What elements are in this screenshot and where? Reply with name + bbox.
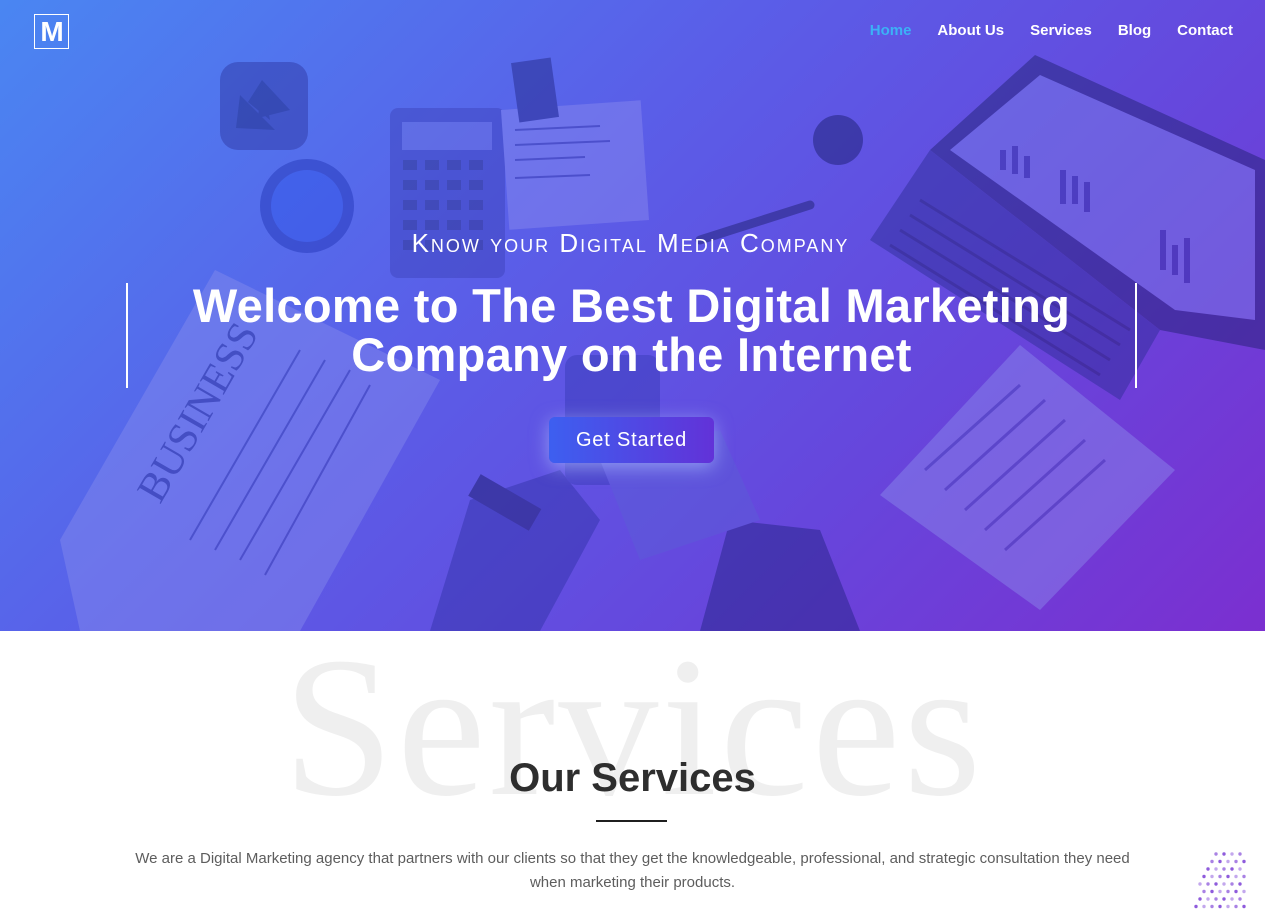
nav-link-blog[interactable]: Blog: [1118, 21, 1151, 41]
get-started-button[interactable]: Get Started: [549, 417, 714, 463]
logo-letter: M: [40, 15, 63, 47]
apple-image: [813, 115, 863, 165]
nav-link-home[interactable]: Home: [870, 21, 912, 41]
nav-link-contact[interactable]: Contact: [1177, 21, 1233, 41]
hero-eyebrow: Know your Digital Media Company: [411, 228, 850, 258]
decorative-dots-icon: [1194, 852, 1246, 909]
services-title: Our Services: [509, 756, 756, 800]
nav-link-about-us[interactable]: About Us: [937, 21, 1004, 41]
hero-headline-frame: Welcome to The Best Digital Marketing Co…: [126, 281, 1137, 388]
site-logo[interactable]: M: [34, 14, 69, 49]
notes-paper-image: [500, 57, 650, 230]
nav-link-services[interactable]: Services: [1030, 21, 1092, 41]
services-description: We are a Digital Marketing agency that p…: [135, 850, 1130, 891]
hero-section: BUSINESS M Home About Us Services Blog C…: [0, 0, 1265, 631]
title-divider: [596, 820, 667, 822]
main-navigation: Home About Us Services Blog Contact: [870, 21, 1233, 41]
hero-headline-line-1: Welcome to The Best Digital Marketing: [192, 279, 1071, 332]
plant-image: [220, 62, 308, 150]
hero-headline: Welcome to The Best Digital Marketing Co…: [128, 281, 1135, 379]
hero-headline-line-2: Company on the Internet: [351, 328, 912, 381]
hands-phone-image: [430, 355, 860, 631]
